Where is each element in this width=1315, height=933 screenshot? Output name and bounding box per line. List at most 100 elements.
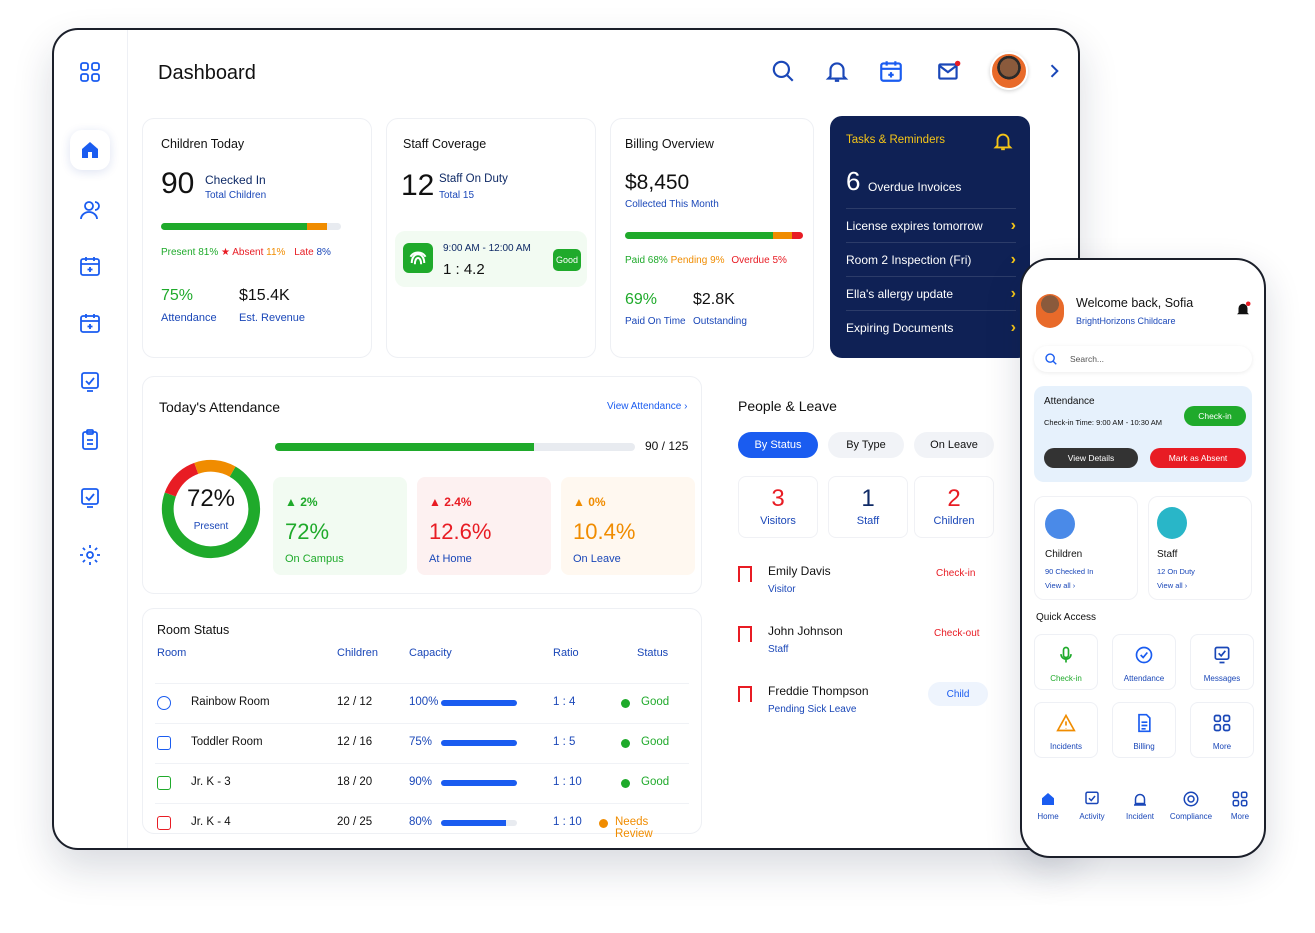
column-header: Children xyxy=(337,647,378,659)
task-check-icon[interactable] xyxy=(70,478,110,518)
attendance-legend: Present 81% ★ Absent 11% Late 8% xyxy=(161,247,331,258)
room-children: 18 / 20 xyxy=(337,776,373,788)
grid-icon xyxy=(1232,791,1248,807)
welcome-title: Welcome back, Sofia xyxy=(1076,296,1194,310)
trend-up-icon: ▲ 0% xyxy=(573,495,606,509)
staff-tile[interactable]: Staff 12 On Duty View all › xyxy=(1148,496,1252,600)
door-icon xyxy=(738,686,752,702)
tab-by-status[interactable]: By Status xyxy=(738,432,818,458)
view-attendance-link[interactable]: View Attendance › xyxy=(607,401,687,412)
children-count[interactable]: 2 Children xyxy=(914,476,994,538)
visitors-count[interactable]: 3 Visitors xyxy=(738,476,818,538)
card-title: Children Today xyxy=(161,137,245,151)
nav-home[interactable]: Home xyxy=(1028,790,1068,821)
nav-compliance[interactable]: Compliance xyxy=(1168,790,1214,821)
task-item[interactable]: Ella's allergy update › xyxy=(846,276,1016,310)
task-item[interactable]: Expiring Documents › xyxy=(846,310,1016,344)
column-header: Status xyxy=(637,647,669,659)
tab-by-type[interactable]: By Type xyxy=(828,432,904,458)
card-title: Staff Coverage xyxy=(403,137,487,151)
quick-attendance[interactable]: Attendance xyxy=(1112,634,1176,690)
staff-count[interactable]: 1 Staff xyxy=(828,476,908,538)
table-row[interactable]: Toddler Room 12 / 16 75% 1 : 5 Good xyxy=(155,723,689,763)
bell-icon[interactable] xyxy=(824,58,850,84)
pending-segment xyxy=(772,232,793,239)
view-details-button[interactable]: View Details xyxy=(1044,448,1138,468)
bell-icon[interactable] xyxy=(992,130,1014,152)
staff-on-duty-label: Staff On Duty xyxy=(439,173,508,185)
quick-check-in[interactable]: Check-in xyxy=(1034,634,1098,690)
calendar-icon[interactable] xyxy=(878,58,904,84)
billing-bar xyxy=(625,232,803,239)
list-item[interactable]: Freddie Thompson Pending Sick Leave Chil… xyxy=(736,682,988,736)
billing-overview-card: Billing Overview $8,450 Collected This M… xyxy=(610,118,814,358)
bell-icon[interactable] xyxy=(1234,300,1252,318)
nav-incident[interactable]: Incident xyxy=(1120,790,1160,821)
search-input[interactable]: Search... xyxy=(1034,346,1252,372)
room-icon xyxy=(157,816,171,830)
room-children: 12 / 16 xyxy=(337,736,373,748)
task-item[interactable]: Room 2 Inspection (Fri) › xyxy=(846,242,1016,276)
list-item[interactable]: John Johnson Staff Check-out xyxy=(736,622,982,676)
clipboard-icon[interactable] xyxy=(70,420,110,460)
home-icon xyxy=(1042,793,1054,805)
home-icon[interactable] xyxy=(70,130,110,170)
capacity-fill xyxy=(441,700,517,706)
status-dot xyxy=(599,819,608,828)
quick-messages[interactable]: Messages xyxy=(1190,634,1254,690)
room-children: 12 / 12 xyxy=(337,696,373,708)
quick-more[interactable]: More xyxy=(1190,702,1254,758)
fingerprint-icon xyxy=(403,243,433,273)
present-segment xyxy=(161,223,307,230)
children-today-card: Children Today 90 Checked In Total Child… xyxy=(142,118,372,358)
mark-absent-button[interactable]: Mark as Absent xyxy=(1150,448,1246,468)
touch-icon xyxy=(1060,646,1072,663)
grid-icon[interactable] xyxy=(70,52,110,92)
billing-amount: $8,450 xyxy=(625,171,690,194)
avatar[interactable] xyxy=(990,52,1028,90)
checklist-icon[interactable] xyxy=(70,362,110,402)
billing-legend: Paid 68% Pending 9% Overdue 5% xyxy=(625,255,787,266)
quick-incidents[interactable]: Incidents xyxy=(1034,702,1098,758)
message-icon xyxy=(1214,646,1230,664)
nav-more[interactable]: More xyxy=(1220,790,1260,821)
room-capacity: 75% xyxy=(409,736,433,748)
gear-icon[interactable] xyxy=(70,535,110,575)
check-in-button[interactable]: Check-in xyxy=(1184,406,1246,426)
list-item[interactable]: Emily Davis Visitor Check-in xyxy=(736,562,982,616)
status-badge: Good xyxy=(553,249,581,271)
room-icon xyxy=(157,736,171,750)
room-ratio: 1 : 10 xyxy=(553,816,582,828)
overdue-label: Overdue Invoices xyxy=(868,180,962,194)
avatar[interactable] xyxy=(1036,294,1064,328)
on-leave-stat: ▲ 0% 10.4% On Leave xyxy=(561,477,695,575)
trend-up-icon: ▲ 2.4% xyxy=(429,495,472,509)
quick-billing[interactable]: Billing xyxy=(1112,702,1176,758)
calendar-add-icon[interactable] xyxy=(70,303,110,343)
attendance-panel: Attendance Check-in Time: 9:00 AM - 10:3… xyxy=(1034,386,1252,482)
capacity-fill xyxy=(441,780,517,786)
mail-icon[interactable] xyxy=(936,58,962,84)
attendance-value: 75% xyxy=(161,287,194,304)
phone-frame: Welcome back, Sofia BrightHorizons Child… xyxy=(1020,258,1266,858)
status-dot xyxy=(621,779,630,788)
revenue-label: Est. Revenue xyxy=(239,312,306,324)
users-icon[interactable] xyxy=(70,190,110,230)
org-name: BrightHorizons Childcare xyxy=(1076,316,1176,326)
calendar-plus-icon[interactable] xyxy=(70,246,110,286)
tasks-reminders-card: Tasks & Reminders 6 Overdue Invoices Lic… xyxy=(830,116,1030,358)
room-children: 20 / 25 xyxy=(337,816,373,828)
chevron-right-icon[interactable] xyxy=(1044,58,1064,84)
children-tile[interactable]: Children 90 Checked In View all › xyxy=(1034,496,1138,600)
staff-count: 12 xyxy=(401,169,435,202)
table-row[interactable]: Jr. K - 4 20 / 25 80% 1 : 10 Needs Review xyxy=(155,803,689,843)
table-row[interactable]: Rainbow Room 12 / 12 100% 1 : 4 Good xyxy=(155,683,689,723)
children-avatar-icon xyxy=(1045,509,1075,539)
search-icon[interactable] xyxy=(770,58,796,84)
room-capacity: 90% xyxy=(409,776,433,788)
compliance-icon xyxy=(1183,791,1199,807)
tab-on-leave[interactable]: On Leave xyxy=(914,432,994,458)
task-item[interactable]: License expires tomorrow › xyxy=(846,208,1016,242)
nav-activity[interactable]: Activity xyxy=(1072,790,1112,821)
table-row[interactable]: Jr. K - 3 18 / 20 90% 1 : 10 Good xyxy=(155,763,689,803)
